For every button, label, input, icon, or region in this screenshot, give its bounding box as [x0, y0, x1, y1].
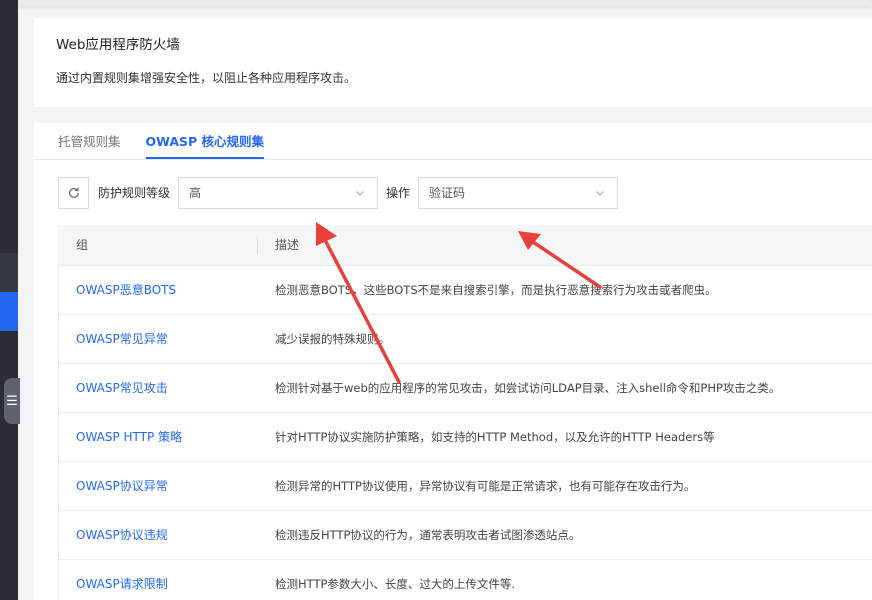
- rule-group-link[interactable]: OWASP常见攻击: [76, 364, 168, 413]
- chevron-down-icon: [356, 191, 364, 196]
- action-select[interactable]: 验证码: [418, 177, 618, 209]
- protection-level-label: 防护规则等级: [98, 186, 171, 200]
- rules-table: 组 描述 OWASP恶意BOTS 检测恶意BOTS，这些BOTS不是来自搜索引擎…: [58, 225, 872, 600]
- protection-level-select[interactable]: 高: [178, 177, 378, 209]
- rule-description: 检测恶意BOTS，这些BOTS不是来自搜索引擎，而是执行恶意搜索行为攻击或者爬虫…: [275, 283, 717, 297]
- tab-managed-rules[interactable]: 托管规则集: [58, 123, 121, 159]
- tab-owasp-core-rules[interactable]: OWASP 核心规则集: [145, 123, 264, 159]
- table-row: OWASP恶意BOTS 检测恶意BOTS，这些BOTS不是来自搜索引擎，而是执行…: [58, 266, 872, 315]
- refresh-icon: [68, 187, 79, 198]
- rule-description: 针对HTTP协议实施防护策略，如支持的HTTP Method，以及允许的HTTP…: [275, 430, 715, 444]
- action-value: 验证码: [429, 186, 466, 200]
- protection-level-value: 高: [189, 186, 202, 200]
- rule-group-link[interactable]: OWASP协议违规: [76, 511, 168, 560]
- column-header-description: 描述: [275, 238, 300, 252]
- rule-group-link[interactable]: OWASP HTTP 策略: [76, 413, 182, 462]
- table-row: OWASP协议异常 检测异常的HTTP协议使用，异常协议有可能是正常请求，也有可…: [58, 462, 872, 511]
- main-card: 托管规则集 OWASP 核心规则集 防护规则等级 高 操作 验证码 组 描述 O…: [34, 123, 872, 600]
- rule-description: 检测违反HTTP协议的行为，通常表明攻击者试图渗透站点。: [275, 528, 581, 542]
- table-row: OWASP请求限制 检测HTTP参数大小、长度、过大的上传文件等.: [58, 560, 872, 600]
- column-separator: [257, 237, 258, 254]
- table-row: OWASP常见攻击 检测针对基于web的应用程序的常见攻击，如尝试访问LDAP目…: [58, 364, 872, 413]
- rule-group-link[interactable]: OWASP协议异常: [76, 462, 168, 511]
- rule-description: 检测HTTP参数大小、长度、过大的上传文件等.: [275, 577, 516, 591]
- table-row: OWASP常见异常 减少误报的特殊规则。: [58, 315, 872, 364]
- table-header: 组 描述: [58, 225, 872, 266]
- rule-group-link[interactable]: OWASP常见异常: [76, 315, 168, 364]
- action-label: 操作: [386, 186, 411, 200]
- toolbar: 防护规则等级 高 操作 验证码: [58, 177, 872, 209]
- rule-description: 减少误报的特殊规则。: [275, 332, 390, 346]
- rule-description: 检测针对基于web的应用程序的常见攻击，如尝试访问LDAP目录、注入shell命…: [275, 381, 781, 395]
- table-row: OWASP协议违规 检测违反HTTP协议的行为，通常表明攻击者试图渗透站点。: [58, 511, 872, 560]
- sidebar-toggle-button[interactable]: ☰: [4, 378, 20, 424]
- header-card: Web应用程序防火墙 通过内置规则集增强安全性，以阻止各种应用程序攻击。: [34, 18, 872, 107]
- sidebar-item-active[interactable]: [0, 292, 18, 331]
- rule-description: 检测异常的HTTP协议使用，异常协议有可能是正常请求，也有可能存在攻击行为。: [275, 479, 696, 493]
- page-title: Web应用程序防火墙: [56, 37, 180, 53]
- column-header-group: 组: [76, 238, 89, 252]
- table-row: OWASP HTTP 策略 针对HTTP协议实施防护策略，如支持的HTTP Me…: [58, 413, 872, 462]
- tab-bar: 托管规则集 OWASP 核心规则集: [58, 123, 289, 159]
- sidebar-item[interactable]: [0, 253, 18, 292]
- page-description: 通过内置规则集增强安全性，以阻止各种应用程序攻击。: [56, 71, 357, 85]
- menu-icon: ☰: [6, 393, 18, 409]
- tabs-divider: [34, 159, 872, 160]
- chevron-down-icon: [596, 191, 604, 196]
- rule-group-link[interactable]: OWASP请求限制: [76, 560, 168, 600]
- rule-group-link[interactable]: OWASP恶意BOTS: [76, 266, 176, 315]
- left-sidebar: ☰: [0, 0, 20, 600]
- top-strip: [18, 0, 872, 6]
- refresh-button[interactable]: [58, 177, 89, 209]
